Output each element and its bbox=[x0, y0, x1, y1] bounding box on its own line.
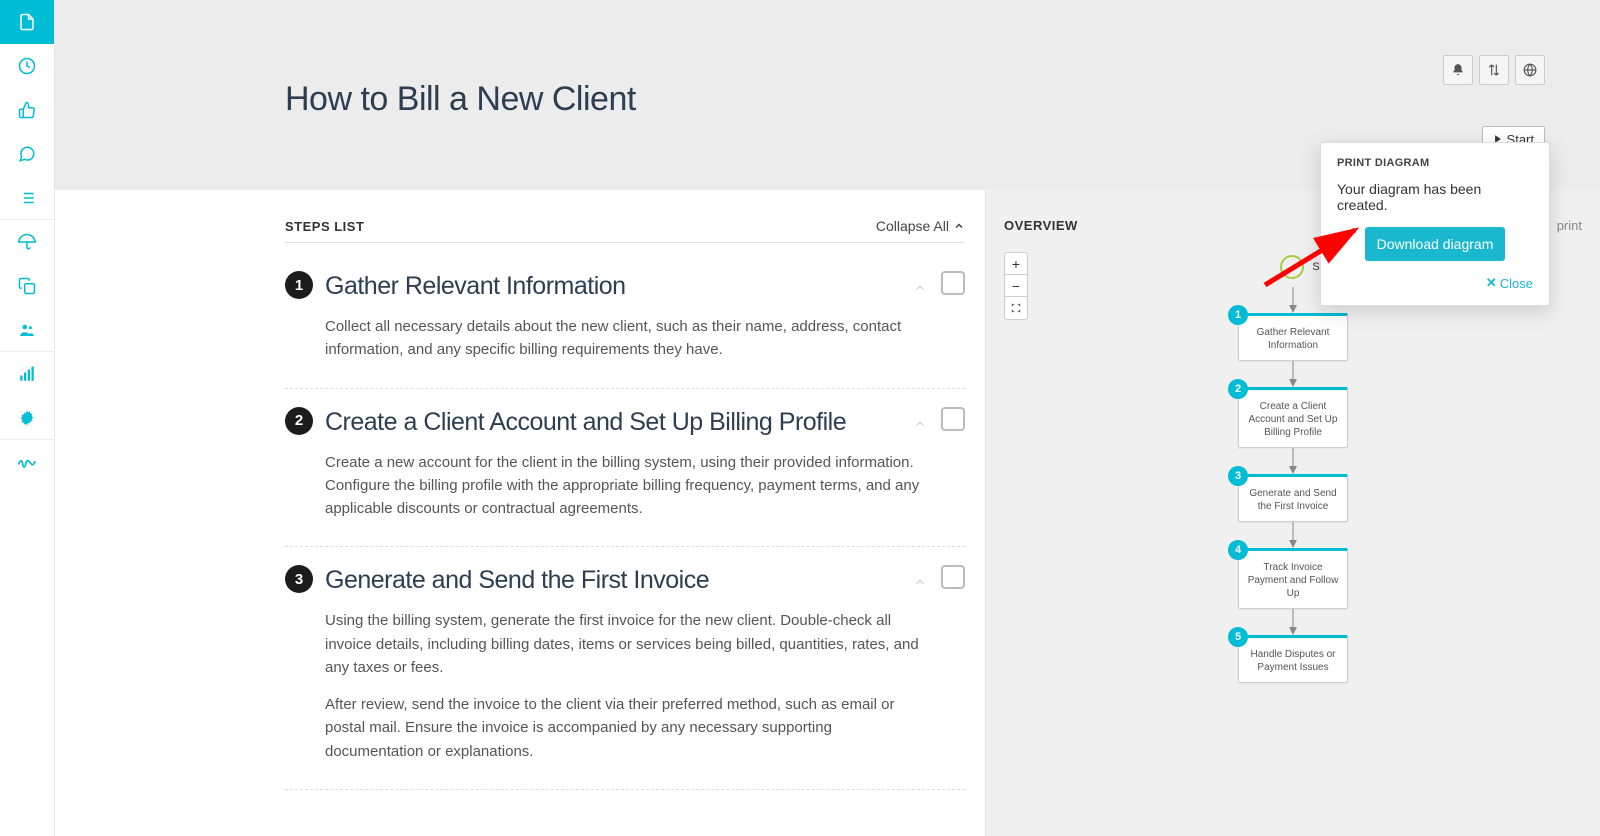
step-description: Create a new account for the client in t… bbox=[325, 451, 925, 521]
step-collapse-toggle[interactable] bbox=[913, 281, 927, 298]
start-circle-icon bbox=[1280, 255, 1304, 279]
sidebar-item-gear[interactable] bbox=[0, 396, 54, 440]
diagram-node[interactable]: 1Gather Relevant Information bbox=[1238, 313, 1348, 361]
step-checkbox[interactable] bbox=[941, 407, 965, 431]
step-title: Gather Relevant Information bbox=[325, 271, 925, 301]
copy-icon bbox=[18, 277, 36, 295]
collapse-all-label: Collapse All bbox=[876, 218, 949, 234]
step-collapse-toggle[interactable] bbox=[913, 575, 927, 592]
step-description-paragraph: Using the billing system, generate the f… bbox=[325, 609, 925, 679]
diagram-node[interactable]: 4Track Invoice Payment and Follow Up bbox=[1238, 548, 1348, 609]
diagram-node-number: 5 bbox=[1228, 627, 1248, 647]
users-icon bbox=[18, 321, 36, 339]
bell-icon bbox=[1451, 63, 1465, 77]
clock-icon bbox=[18, 57, 36, 75]
gear-icon bbox=[18, 409, 36, 427]
popover-title: PRINT DIAGRAM bbox=[1337, 157, 1533, 169]
step-checkbox[interactable] bbox=[941, 565, 965, 589]
step-collapse-toggle[interactable] bbox=[913, 417, 927, 434]
chevron-up-icon bbox=[913, 281, 927, 295]
sidebar-item-users[interactable] bbox=[0, 308, 54, 352]
sidebar-item-signature[interactable] bbox=[0, 440, 54, 484]
diagram-node-label: Gather Relevant Information bbox=[1257, 327, 1330, 351]
collapse-all-button[interactable]: Collapse All bbox=[876, 218, 965, 234]
step-item: 1 Gather Relevant Information Collect al… bbox=[285, 253, 965, 389]
sidebar bbox=[0, 0, 55, 836]
chevron-up-icon bbox=[913, 417, 927, 431]
step-description-paragraph: After review, send the invoice to the cl… bbox=[325, 693, 925, 763]
close-x-icon: ✕ bbox=[1486, 275, 1497, 291]
signature-icon bbox=[17, 455, 37, 469]
step-item: 2 Create a Client Account and Set Up Bil… bbox=[285, 389, 965, 548]
step-item: 3 Generate and Send the First Invoice Us… bbox=[285, 547, 965, 790]
download-diagram-button[interactable]: Download diagram bbox=[1365, 227, 1505, 261]
diagram-node-label: Handle Disputes or Payment Issues bbox=[1250, 649, 1335, 673]
thumbs-up-icon bbox=[18, 101, 36, 119]
diagram-node-label: Track Invoice Payment and Follow Up bbox=[1248, 562, 1339, 599]
globe-icon bbox=[1523, 63, 1537, 77]
print-link[interactable]: print bbox=[1557, 218, 1582, 233]
diagram-node-label: Generate and Send the First Invoice bbox=[1249, 488, 1336, 512]
step-description-paragraph: Create a new account for the client in t… bbox=[325, 451, 925, 521]
diagram-node-number: 3 bbox=[1228, 466, 1248, 486]
overview-title: OVERVIEW bbox=[1004, 218, 1078, 233]
globe-button[interactable] bbox=[1515, 55, 1545, 85]
popover-message: Your diagram has been created. bbox=[1337, 181, 1533, 213]
diagram-node[interactable]: 3Generate and Send the First Invoice bbox=[1238, 474, 1348, 522]
diagram-node-number: 4 bbox=[1228, 540, 1248, 560]
steps-header: STEPS LIST Collapse All bbox=[285, 200, 965, 243]
step-description-paragraph: Collect all necessary details about the … bbox=[325, 315, 925, 362]
diagram-node[interactable]: 2Create a Client Account and Set Up Bill… bbox=[1238, 387, 1348, 448]
diagram-node-number: 2 bbox=[1228, 379, 1248, 399]
list-icon bbox=[18, 189, 36, 207]
step-description: Collect all necessary details about the … bbox=[325, 315, 925, 362]
diagram-arrow-icon bbox=[1238, 448, 1348, 474]
diagram-node[interactable]: 5Handle Disputes or Payment Issues bbox=[1238, 635, 1348, 683]
diagram-node-number: 1 bbox=[1228, 305, 1248, 325]
step-title: Create a Client Account and Set Up Billi… bbox=[325, 407, 925, 437]
diagram-arrow-icon bbox=[1238, 361, 1348, 387]
step-number-badge: 3 bbox=[285, 565, 313, 593]
step-checkbox[interactable] bbox=[941, 271, 965, 295]
sidebar-item-file[interactable] bbox=[0, 0, 54, 44]
umbrella-icon bbox=[18, 233, 36, 251]
chevron-up-icon bbox=[953, 220, 965, 232]
sidebar-item-chat[interactable] bbox=[0, 132, 54, 176]
notifications-button[interactable] bbox=[1443, 55, 1473, 85]
diagram-node-label: Create a Client Account and Set Up Billi… bbox=[1249, 401, 1338, 438]
sidebar-item-clock[interactable] bbox=[0, 44, 54, 88]
sidebar-item-stats[interactable] bbox=[0, 352, 54, 396]
popover-close-button[interactable]: ✕ Close bbox=[1337, 275, 1533, 291]
header-tools bbox=[1443, 55, 1545, 85]
diagram-arrow-icon bbox=[1238, 609, 1348, 635]
popover-close-label: Close bbox=[1500, 276, 1533, 291]
steps-list-title: STEPS LIST bbox=[285, 219, 364, 234]
print-diagram-popover: PRINT DIAGRAM Your diagram has been crea… bbox=[1320, 142, 1550, 306]
chevron-up-icon bbox=[913, 575, 927, 589]
step-number-badge: 1 bbox=[285, 271, 313, 299]
file-icon bbox=[18, 13, 36, 31]
step-description: Using the billing system, generate the f… bbox=[325, 609, 925, 763]
stats-icon bbox=[18, 365, 36, 383]
sidebar-item-thumbs-up[interactable] bbox=[0, 88, 54, 132]
diagram-arrow-icon bbox=[1238, 522, 1348, 548]
chat-icon bbox=[18, 145, 36, 163]
sidebar-item-umbrella[interactable] bbox=[0, 220, 54, 264]
sidebar-item-copy[interactable] bbox=[0, 264, 54, 308]
step-number-badge: 2 bbox=[285, 407, 313, 435]
swap-vert-icon bbox=[1487, 63, 1501, 77]
page-title: How to Bill a New Client bbox=[285, 80, 636, 119]
step-title: Generate and Send the First Invoice bbox=[325, 565, 925, 595]
steps-column: STEPS LIST Collapse All 1 Gather Relevan… bbox=[285, 190, 965, 836]
sidebar-item-list[interactable] bbox=[0, 176, 54, 220]
swap-button[interactable] bbox=[1479, 55, 1509, 85]
diagram-area[interactable]: Start 1Gather Relevant Information2Creat… bbox=[986, 245, 1600, 836]
